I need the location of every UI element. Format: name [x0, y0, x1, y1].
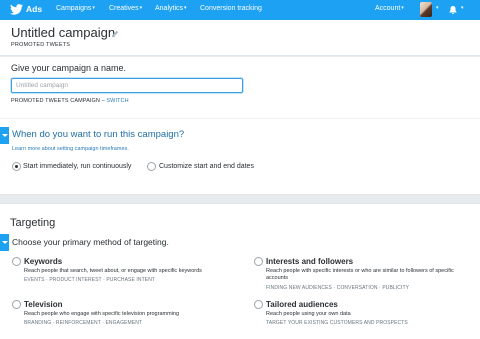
option-keywords-title[interactable]: Keywords [24, 257, 62, 266]
twitter-bird-icon[interactable] [10, 4, 23, 15]
radio-interests-followers[interactable] [254, 257, 263, 266]
nav-campaigns-label: Campaigns [56, 5, 92, 12]
chevron-down-icon: ▾ [184, 5, 187, 11]
radio-keywords[interactable] [12, 257, 21, 266]
active-section-marker [0, 234, 9, 251]
radio-customize-dates[interactable] [147, 162, 156, 171]
option-tailored-tags: TARGET YOUR EXISTING CUSTOMERS AND PROSP… [266, 320, 408, 326]
chevron-down-icon [2, 241, 8, 244]
brand-label[interactable]: Ads [26, 4, 42, 14]
active-section-marker [0, 127, 9, 144]
option-television-tags: BRANDING · REINFORCEMENT · ENGAGEMENT [24, 320, 143, 326]
radio-customize-dates-label[interactable]: Customize start and end dates [159, 163, 254, 170]
chevron-down-icon: ▾ [401, 5, 404, 11]
radio-television[interactable] [12, 300, 21, 309]
top-nav-bar: Ads Campaigns▾ Creatives▾ Analytics▾ Con… [0, 0, 480, 20]
option-interests-desc: Reach people with specific interests or … [266, 268, 454, 281]
option-tailored-desc: Reach people using your own data [266, 311, 351, 317]
chevron-down-icon: ▾ [436, 5, 439, 11]
option-interests-title[interactable]: Interests and followers [266, 257, 353, 266]
campaign-type-label: PROMOTED TWEETS CAMPAIGN – [11, 98, 107, 104]
radio-start-immediately-label[interactable]: Start immediately, run continuously [23, 163, 131, 170]
chevron-down-icon: ▾ [461, 5, 464, 11]
nav-account-label: Account [375, 5, 401, 12]
chevron-down-icon [2, 134, 8, 137]
nav-campaigns[interactable]: Campaigns▾ [56, 5, 95, 12]
notifications-icon[interactable] [448, 5, 458, 15]
chevron-down-icon: ▾ [92, 5, 95, 11]
radio-tailored-audiences[interactable] [254, 300, 263, 309]
nav-creatives[interactable]: Creatives▾ [109, 5, 142, 12]
nav-analytics-label: Analytics [155, 5, 184, 12]
nav-conversion-tracking[interactable]: Conversion tracking [200, 5, 262, 12]
campaign-type-subtitle: PROMOTED TWEETS [11, 42, 71, 48]
switch-campaign-type-link[interactable]: SWITCH [106, 98, 128, 104]
campaign-type-line: PROMOTED TWEETS CAMPAIGN – SWITCH [11, 98, 129, 104]
option-keywords-desc: Reach people that search, tweet about, o… [24, 268, 202, 274]
schedule-heading: When do you want to run this campaign? [12, 129, 185, 140]
chevron-down-icon: ▾ [139, 5, 143, 11]
learn-more-timeframes-link[interactable]: Learn more about setting campaign timefr… [12, 146, 129, 152]
page-header: Untitled campaign PROMOTED TWEETS [0, 20, 480, 56]
user-avatar[interactable] [420, 2, 432, 17]
page-title: Untitled campaign [11, 25, 116, 40]
option-interests-tags: FINDING NEW AUDIENCES · CONVERSATION · P… [266, 285, 410, 291]
targeting-method-heading: Choose your primary method of targeting. [12, 237, 169, 247]
option-television-title[interactable]: Television [24, 300, 63, 309]
option-keywords-tags: EVENTS · PRODUCT INTEREST · PURCHASE INT… [24, 277, 156, 283]
avatar-menu-caret[interactable]: ▾ [435, 5, 439, 12]
notifications-menu-caret[interactable]: ▾ [460, 5, 464, 12]
nav-account[interactable]: Account▾ [375, 5, 404, 12]
section-divider [0, 118, 480, 119]
campaign-name-input[interactable] [11, 78, 243, 93]
pencil-icon[interactable] [111, 30, 119, 38]
radio-start-immediately[interactable] [12, 162, 21, 171]
campaign-name-heading: Give your campaign a name. [11, 63, 127, 73]
targeting-title: Targeting [10, 217, 56, 229]
option-television-desc: Reach people who engage with specific te… [24, 311, 180, 317]
nav-creatives-label: Creatives [109, 5, 139, 12]
nav-analytics[interactable]: Analytics▾ [155, 5, 187, 12]
option-tailored-title[interactable]: Tailored audiences [266, 300, 338, 309]
